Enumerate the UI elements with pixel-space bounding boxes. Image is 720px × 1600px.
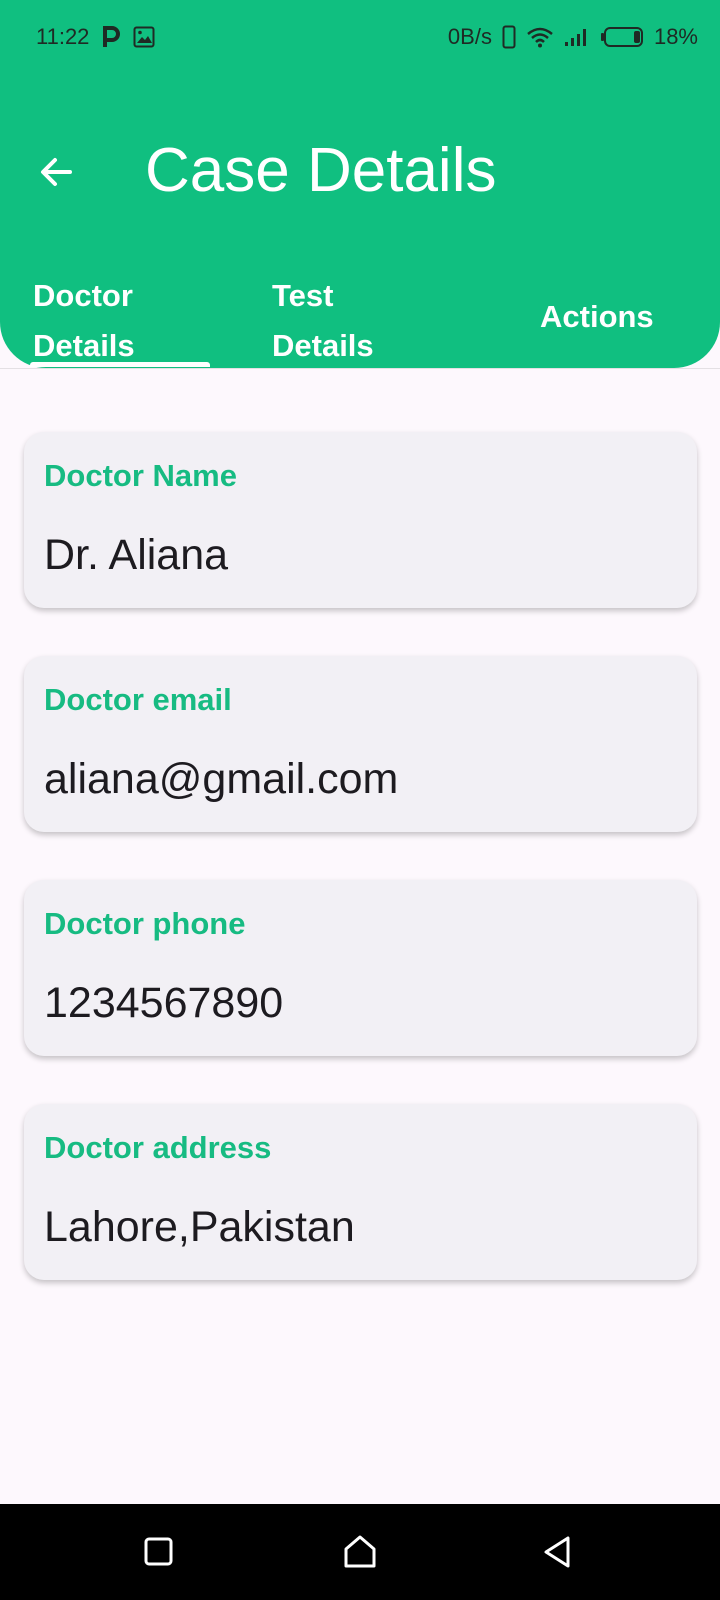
doctor-phone-card: Doctor phone 1234567890 [24, 880, 697, 1056]
doctor-email-label: Doctor email [44, 682, 232, 717]
tab-actions[interactable]: Actions [540, 292, 654, 342]
doctor-name-value: Dr. Aliana [44, 531, 229, 579]
back-arrow-icon [41, 158, 72, 186]
doctor-phone-value: 1234567890 [44, 979, 284, 1027]
doctor-address-value: Lahore,Pakistan [44, 1203, 355, 1251]
doctor-email-value: aliana@gmail.com [44, 755, 399, 803]
system-nav-bar [0, 1504, 720, 1600]
image-notification-icon [133, 26, 155, 48]
network-speed: 0B/s [447, 24, 492, 49]
status-time: 11:22 [36, 24, 90, 49]
doctor-name-card: Doctor Name Dr. Aliana [24, 432, 697, 608]
vibrate-icon [502, 25, 516, 49]
battery-icon [600, 27, 643, 47]
status-right: 0B/s 18% [448, 24, 698, 50]
page-title: Case Details [145, 136, 497, 205]
back-triangle-icon [544, 1536, 570, 1568]
signal-icon [564, 29, 586, 46]
doctor-phone-label: Doctor phone [44, 906, 246, 941]
recents-square-icon [144, 1537, 173, 1566]
system-back-button[interactable] [537, 1530, 581, 1574]
tab-divider [0, 368, 720, 369]
doctor-address-label: Doctor address [44, 1130, 272, 1165]
doctor-address-card: Doctor address Lahore,Pakistan [24, 1104, 697, 1280]
parking-notification-icon [103, 26, 121, 47]
back-button[interactable] [30, 146, 82, 198]
doctor-name-label: Doctor Name [44, 458, 237, 493]
recents-button[interactable] [137, 1530, 181, 1574]
tab-doctor-details[interactable]: Doctor Details [33, 271, 233, 371]
battery-percent: 18% [653, 24, 698, 49]
doctor-email-card: Doctor email aliana@gmail.com [24, 656, 697, 832]
status-left: 11:22 [36, 24, 155, 50]
status-bar: 11:22 0B/s 18% [0, 0, 720, 72]
home-button[interactable] [338, 1530, 382, 1574]
home-icon [344, 1535, 376, 1568]
tab-test-details[interactable]: Test Details [272, 271, 472, 371]
wifi-icon [527, 27, 553, 48]
selected-tab-indicator [30, 362, 210, 367]
